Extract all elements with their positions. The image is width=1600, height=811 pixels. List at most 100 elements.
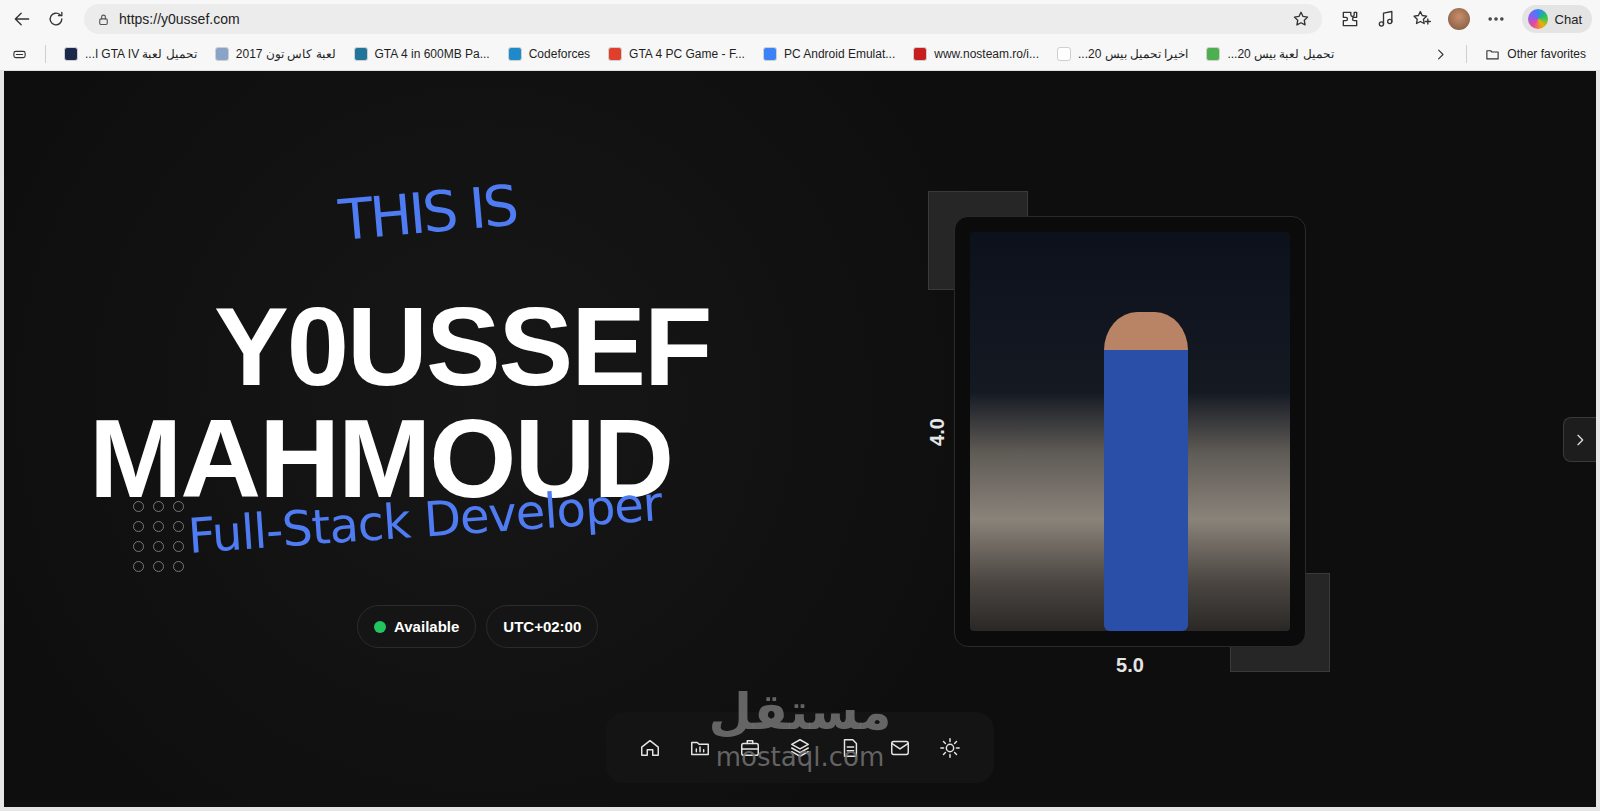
dot <box>173 521 184 532</box>
extensions-icon[interactable] <box>1340 9 1360 29</box>
bookmark-label: تحميل لعبة بيس 20... <box>1227 47 1333 61</box>
folder-icon <box>1485 47 1500 62</box>
bookmark-label: Codeforces <box>529 47 590 61</box>
media-icon[interactable] <box>1376 9 1396 29</box>
bookmark[interactable]: تحميل لعبة بيس 20... <box>1206 47 1333 61</box>
status-pills: AvailableUTC+02:00 <box>357 605 859 648</box>
dot <box>133 521 144 532</box>
bookmark-label: GTA 4 in 600MB Pa... <box>375 47 490 61</box>
url-text[interactable]: https://y0ussef.com <box>119 11 1284 27</box>
favicon-icon <box>354 47 368 61</box>
favicon-icon <box>1206 47 1220 61</box>
bookmark[interactable]: لعبة كاس تون 2017 <box>215 47 336 61</box>
home-icon <box>639 737 661 759</box>
copilot-icon <box>1528 9 1548 29</box>
dock-nav <box>606 712 994 783</box>
favicon-icon <box>64 47 78 61</box>
chevron-right-icon[interactable] <box>1433 47 1448 62</box>
dot <box>173 561 184 572</box>
dock-item[interactable] <box>935 733 965 763</box>
more-icon[interactable] <box>1486 9 1506 29</box>
dot <box>133 561 144 572</box>
bookmark-label: GTA 4 PC Game - F... <box>629 47 745 61</box>
tab-actions-icon[interactable] <box>12 47 27 62</box>
projects-icon <box>689 737 711 759</box>
dot-grid <box>133 501 184 572</box>
chat-button[interactable]: Chat <box>1522 5 1592 33</box>
address-bar[interactable]: https://y0ussef.com <box>84 4 1322 34</box>
toolbar-buttons: Chat <box>1340 5 1592 33</box>
timezone-pill: UTC+02:00 <box>486 605 598 648</box>
bookmark[interactable]: GTA 4 PC Game - F... <box>608 47 745 61</box>
dot <box>153 541 164 552</box>
bookmark-label: PC Android Emulat... <box>784 47 895 61</box>
browser-window: https://y0ussef.com Chat تحميل لعبة GTA IV… <box>0 0 1600 811</box>
other-favorites[interactable]: Other favorites <box>1485 47 1586 62</box>
bookmark[interactable]: تحميل لعبة GTA IV ا... <box>64 47 197 61</box>
favorites-icon[interactable] <box>1412 9 1432 29</box>
side-label: 4.0 <box>926 415 949 449</box>
favicon-icon <box>1057 47 1071 61</box>
bookmark[interactable]: Codeforces <box>508 47 590 61</box>
bookmark[interactable]: GTA 4 in 600MB Pa... <box>354 47 490 61</box>
divider <box>1466 45 1467 63</box>
availability-pill: Available <box>357 605 476 648</box>
dock-item[interactable] <box>885 733 915 763</box>
intro-text: THIS IS <box>336 166 520 261</box>
name-line: Y0USSEF <box>214 291 859 403</box>
stack-icon <box>789 737 811 759</box>
dot <box>173 501 184 512</box>
work-icon <box>739 737 761 759</box>
hero: THIS ISY0USSEFMAHMOUDFull-Stack Develope… <box>4 71 1596 648</box>
dot <box>173 541 184 552</box>
watermark: مستقلmostaql.com <box>709 683 892 773</box>
back-arrow-icon[interactable] <box>12 9 32 29</box>
theme-icon <box>939 737 961 759</box>
page-viewport: THIS ISY0USSEFMAHMOUDFull-Stack Develope… <box>4 71 1596 807</box>
next-button[interactable] <box>1563 417 1596 462</box>
dock-item[interactable] <box>835 733 865 763</box>
profile-avatar[interactable] <box>1448 8 1470 30</box>
chat-label: Chat <box>1555 12 1582 27</box>
dock-item[interactable] <box>685 733 715 763</box>
photo-frame <box>954 216 1306 647</box>
dock-item[interactable] <box>635 733 665 763</box>
bookmark[interactable]: www.nosteam.ro/i... <box>913 47 1039 61</box>
favicon-icon <box>508 47 522 61</box>
dot <box>153 501 164 512</box>
person-figure <box>1104 312 1187 631</box>
favicon-icon <box>215 47 229 61</box>
favicon-icon <box>913 47 927 61</box>
bookmark[interactable]: اخيرا تحميل بيس 20... <box>1057 47 1188 61</box>
contact-icon <box>889 737 911 759</box>
dot <box>153 561 164 572</box>
photo-card: 4.05.0 <box>954 216 1306 647</box>
bookmark-label: تحميل لعبة GTA IV ا... <box>85 47 197 61</box>
status-dot <box>374 621 386 633</box>
star-icon[interactable] <box>1292 10 1310 28</box>
refresh-icon[interactable] <box>46 9 66 29</box>
lock-icon[interactable] <box>96 12 111 27</box>
intro-column: THIS ISY0USSEFMAHMOUDFull-Stack Develope… <box>4 71 859 648</box>
divider <box>45 45 46 63</box>
favicon-icon <box>608 47 622 61</box>
chevron-right-icon <box>1572 432 1588 448</box>
bookmark-label: اخيرا تحميل بيس 20... <box>1078 47 1188 61</box>
profile-photo <box>970 232 1290 631</box>
bookmark[interactable]: PC Android Emulat... <box>763 47 895 61</box>
bottom-label: 5.0 <box>954 654 1306 677</box>
dot <box>153 521 164 532</box>
toolbar: https://y0ussef.com Chat <box>0 0 1600 38</box>
bookmarks-bar: تحميل لعبة GTA IV ا... لعبة كاس تون 2017 G… <box>0 38 1600 71</box>
watermark-latin: mostaql.com <box>709 741 892 773</box>
dock-item[interactable] <box>785 733 815 763</box>
bookmark-label: لعبة كاس تون 2017 <box>236 47 336 61</box>
resume-icon <box>839 737 861 759</box>
dock-item[interactable] <box>735 733 765 763</box>
watermark-arabic: مستقل <box>709 683 892 741</box>
role-row: Full-Stack Developer <box>133 499 859 573</box>
dot <box>133 541 144 552</box>
other-favorites-label: Other favorites <box>1507 47 1586 61</box>
dot <box>133 501 144 512</box>
bookmark-label: www.nosteam.ro/i... <box>934 47 1039 61</box>
